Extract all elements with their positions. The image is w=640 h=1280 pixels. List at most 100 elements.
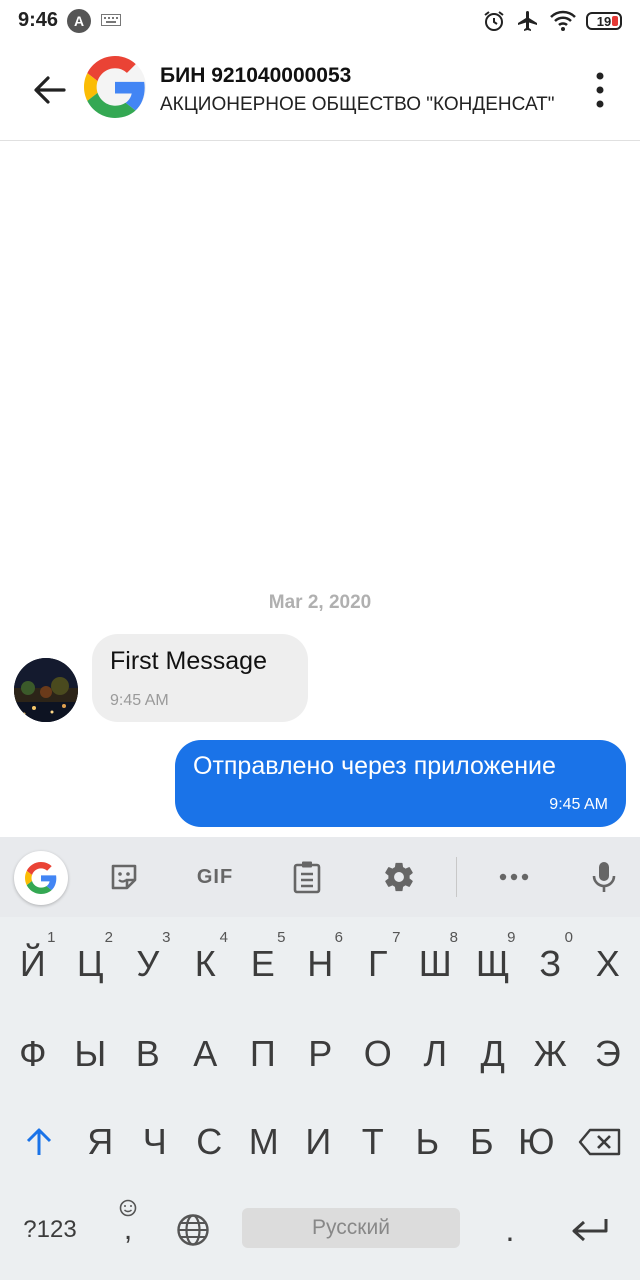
key-label: О <box>363 1033 392 1074</box>
key-О[interactable]: О <box>349 1011 407 1097</box>
key-label: Б <box>469 1121 494 1162</box>
key-number-hint: 0 <box>564 929 573 946</box>
more-tools-icon[interactable] <box>496 859 532 895</box>
key-label: Ы <box>74 1033 107 1074</box>
key-П[interactable]: П <box>234 1011 292 1097</box>
key-А[interactable]: А <box>177 1011 235 1097</box>
microphone-icon[interactable] <box>586 859 622 895</box>
key-number-hint: 4 <box>219 929 228 946</box>
key-В[interactable]: В <box>119 1011 177 1097</box>
status-time: 9:46 <box>18 9 59 31</box>
space-bar[interactable]: Русский <box>242 1208 460 1248</box>
key-Д[interactable]: Д <box>464 1011 522 1097</box>
key-Й[interactable]: Й1 <box>4 921 62 1007</box>
battery-icon: 19 <box>586 12 622 30</box>
key-number-hint: 2 <box>104 929 113 946</box>
keyboard-row-2: ФЫВАПРОЛДЖЭ <box>0 1011 640 1097</box>
key-Х[interactable]: Х <box>579 921 637 1007</box>
gif-label: GIF <box>196 865 234 888</box>
key-Ь[interactable]: Ь <box>400 1099 455 1185</box>
key-label: Ч <box>142 1121 167 1162</box>
key-label: Л <box>423 1033 448 1074</box>
key-С[interactable]: С <box>182 1099 237 1185</box>
sticker-icon[interactable] <box>106 859 142 895</box>
key-Щ[interactable]: Щ9 <box>464 921 522 1007</box>
key-Ф[interactable]: Ф <box>4 1011 62 1097</box>
comma-key[interactable]: , <box>104 1187 152 1273</box>
key-label: И <box>305 1121 332 1162</box>
key-label: Ф <box>19 1033 47 1074</box>
outgoing-message[interactable]: Отправлено через приложение 9:45 AM <box>175 740 626 827</box>
key-number-hint: 9 <box>507 929 516 946</box>
key-label: Д <box>480 1033 505 1074</box>
key-label: Р <box>308 1033 333 1074</box>
shift-arrow-icon <box>26 1128 52 1155</box>
key-label: Е <box>250 943 275 984</box>
more-options-icon[interactable] <box>588 70 612 110</box>
key-label: Ш <box>418 943 452 984</box>
backspace-key[interactable] <box>568 1099 632 1185</box>
symbols-key[interactable]: ?123 <box>10 1187 90 1273</box>
key-Ш[interactable]: Ш8 <box>407 921 465 1007</box>
key-У[interactable]: У3 <box>119 921 177 1007</box>
key-Н[interactable]: Н6 <box>292 921 350 1007</box>
key-Ю[interactable]: Ю <box>509 1099 564 1185</box>
key-number-hint: 7 <box>392 929 401 946</box>
language-key[interactable] <box>166 1187 220 1273</box>
key-Р[interactable]: Р <box>292 1011 350 1097</box>
key-number-hint: 1 <box>47 929 56 946</box>
sender-avatar[interactable] <box>14 658 78 722</box>
key-Ч[interactable]: Ч <box>128 1099 183 1185</box>
back-arrow-icon[interactable] <box>30 72 70 108</box>
contact-avatar[interactable] <box>84 56 146 118</box>
outgoing-message-text: Отправлено через приложение <box>193 752 556 780</box>
google-logo-icon <box>84 56 145 118</box>
key-label: Щ <box>475 943 510 984</box>
key-Э[interactable]: Э <box>579 1011 637 1097</box>
incoming-message-time: 9:45 AM <box>110 692 169 709</box>
airplane-icon <box>518 11 537 31</box>
gif-button[interactable]: GIF <box>192 859 238 895</box>
key-Г[interactable]: Г7 <box>349 921 407 1007</box>
key-label: М <box>248 1121 279 1162</box>
key-label: С <box>196 1121 223 1162</box>
clipboard-icon[interactable] <box>289 859 325 895</box>
key-Ц[interactable]: Ц2 <box>62 921 120 1007</box>
key-М[interactable]: М <box>237 1099 292 1185</box>
key-Л[interactable]: Л <box>407 1011 465 1097</box>
period-key[interactable]: . <box>480 1187 540 1273</box>
key-Т[interactable]: Т <box>346 1099 401 1185</box>
key-Ы[interactable]: Ы <box>62 1011 120 1097</box>
keyboard-row-1: Й1Ц2У3К4Е5Н6Г7Ш8Щ9З0Х <box>0 921 640 1007</box>
alarm-icon <box>484 11 504 31</box>
incoming-message-text: First Message <box>110 647 267 675</box>
key-label: Э <box>594 1033 621 1074</box>
key-З[interactable]: З0 <box>522 921 580 1007</box>
key-label: Ю <box>518 1121 555 1162</box>
conversation-header: БИН 921040000053 АКЦИОНЕРНОЕ ОБЩЕСТВО "К… <box>0 44 640 141</box>
keyboard-row-3: ЯЧСМИТЬБЮ <box>0 1099 640 1185</box>
key-number-hint: 5 <box>277 929 286 946</box>
comma-label: , <box>123 1213 133 1246</box>
google-search-button[interactable] <box>14 851 68 905</box>
key-label: В <box>135 1033 160 1074</box>
key-Ж[interactable]: Ж <box>522 1011 580 1097</box>
key-label: Х <box>595 943 620 984</box>
key-Б[interactable]: Б <box>455 1099 510 1185</box>
incoming-message[interactable]: First Message 9:45 AM <box>92 634 308 722</box>
key-Я[interactable]: Я <box>73 1099 128 1185</box>
key-И[interactable]: И <box>291 1099 346 1185</box>
settings-gear-icon[interactable] <box>381 859 417 895</box>
wifi-icon <box>550 10 576 31</box>
key-К[interactable]: К4 <box>177 921 235 1007</box>
status-bar: 9:46 A 19 <box>0 0 640 44</box>
outgoing-message-time: 9:45 AM <box>549 796 608 813</box>
key-number-hint: 6 <box>334 929 343 946</box>
keyboard: Й1Ц2У3К4Е5Н6Г7Ш8Щ9З0Х ФЫВАПРОЛДЖЭ ЯЧСМИТ… <box>0 917 640 1280</box>
key-Е[interactable]: Е5 <box>234 921 292 1007</box>
key-label: Ж <box>533 1033 567 1074</box>
toolbar-divider <box>456 857 457 897</box>
app-badge-icon: A <box>67 9 91 33</box>
enter-key[interactable] <box>560 1187 620 1273</box>
shift-key[interactable] <box>10 1099 68 1185</box>
